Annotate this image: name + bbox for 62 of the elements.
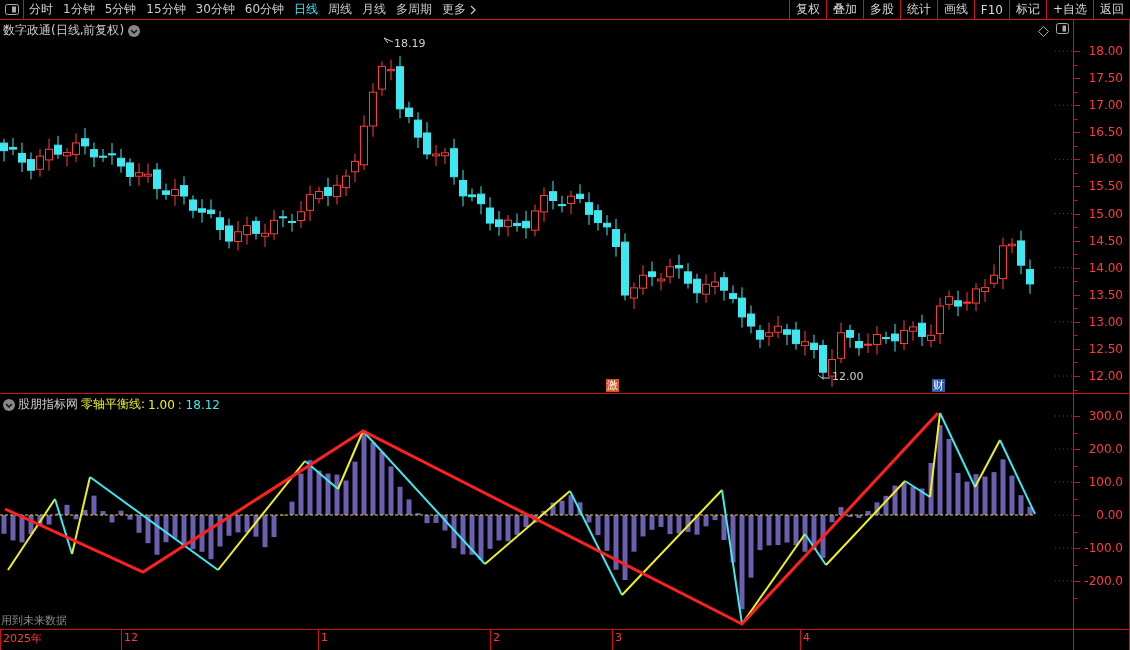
period-tab[interactable]: 日线	[289, 0, 324, 19]
period-tab[interactable]: 多周期	[391, 0, 438, 19]
price-tick-label: 17.00	[1088, 98, 1123, 113]
toolbar-button[interactable]: 叠加	[825, 0, 863, 19]
diamond-icon[interactable]	[1038, 26, 1049, 37]
toolbar-button[interactable]: 多股	[862, 0, 900, 19]
event-marker[interactable]: 财	[932, 379, 945, 392]
date-label: 2	[492, 631, 500, 644]
price-tick-label: 12.50	[1088, 341, 1123, 356]
indicator-name: 股朋指标网	[18, 396, 78, 413]
low-price-label: 12.00	[832, 370, 864, 383]
price-tick-label: 16.50	[1088, 125, 1123, 140]
price-tick-label: 17.50	[1088, 71, 1123, 86]
chevron-down-icon[interactable]	[128, 24, 141, 37]
more-tab[interactable]: 更多	[437, 0, 472, 19]
period-tab[interactable]: 15分钟	[141, 0, 191, 19]
panel-toggle-icon[interactable]	[1056, 23, 1069, 34]
indicator-tick-label: 200.0	[1088, 442, 1123, 456]
toolbar-button[interactable]: F10	[973, 0, 1009, 19]
high-price-label: 18.19	[394, 37, 426, 50]
period-tab[interactable]: 60分钟	[239, 0, 290, 19]
high-leader-line	[383, 37, 394, 44]
period-tab[interactable]: 周线	[323, 0, 358, 19]
indicator-value: : 18.12	[177, 397, 220, 412]
indicator-tick-label: 100.0	[1088, 475, 1123, 489]
chevron-down-icon[interactable]	[3, 398, 15, 411]
toolbar-button[interactable]: 画线	[936, 0, 974, 19]
price-tick-label: 15.50	[1088, 179, 1123, 194]
price-tick-label: 14.50	[1088, 233, 1123, 248]
price-tick-label: 12.00	[1088, 369, 1123, 383]
period-tab[interactable]: 30分钟	[190, 0, 240, 19]
price-tick-label: 15.00	[1088, 206, 1123, 221]
date-label: 12	[123, 631, 138, 644]
stock-title: 数字政通(日线,前复权)	[3, 22, 125, 39]
event-marker[interactable]: 激	[606, 379, 619, 392]
date-label: 1	[320, 631, 328, 644]
indicator-line-label: 零轴平衡线:	[81, 396, 146, 413]
date-label: 3	[614, 631, 622, 644]
period-tab[interactable]: 5分钟	[99, 0, 142, 19]
date-label: 4	[802, 631, 810, 644]
future-data-warning: 用到未来数据	[1, 613, 67, 628]
indicator-value: 1.00	[148, 397, 175, 412]
period-tab[interactable]: 分时	[24, 0, 58, 19]
toolbar-button[interactable]: +自选	[1045, 0, 1093, 19]
toolbar-button[interactable]: 复权	[788, 0, 826, 19]
price-tick-label: 14.00	[1088, 260, 1123, 275]
low-leader-line	[817, 374, 831, 379]
toolbar-button[interactable]: 标记	[1008, 0, 1046, 19]
period-tab[interactable]: 月线	[357, 0, 392, 19]
indicator-tick-label: -200.0	[1084, 574, 1123, 588]
panel-toggle-icon[interactable]	[4, 4, 19, 15]
price-tick-label: 18.00	[1088, 44, 1123, 58]
indicator-tick-label: 0.00	[1096, 508, 1123, 522]
indicator-tick-label: 300.0	[1088, 409, 1123, 423]
price-tick-label: 13.50	[1088, 287, 1123, 302]
period-tab[interactable]: 1分钟	[58, 0, 100, 19]
date-label: 2025年	[2, 631, 42, 646]
price-tick-label: 13.00	[1088, 314, 1123, 329]
toolbar-button[interactable]: 统计	[899, 0, 937, 19]
price-tick-label: 16.00	[1088, 152, 1123, 167]
indicator-tick-label: -100.0	[1084, 541, 1123, 555]
toolbar-button[interactable]: 返回	[1093, 0, 1130, 19]
